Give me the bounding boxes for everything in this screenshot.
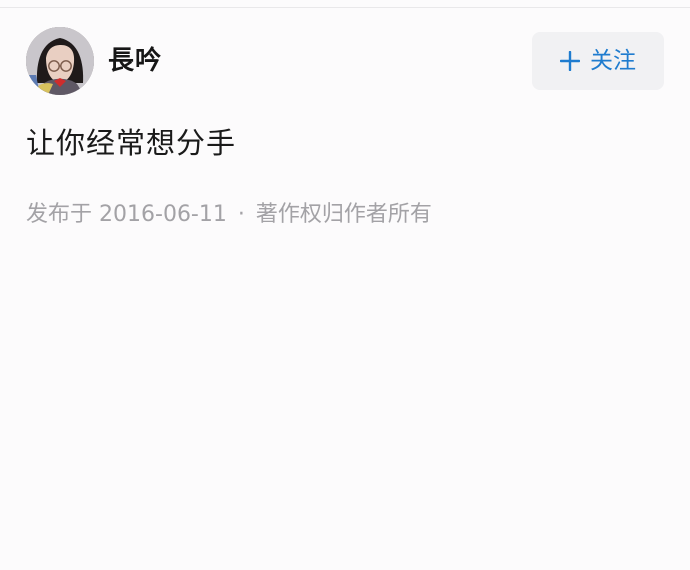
copyright-text: 著作权归作者所有 [255, 202, 432, 227]
author-name[interactable]: 長吟 [108, 45, 162, 77]
meta-separator: · [237, 202, 245, 227]
post-meta: 发布于 2016-06-11 · 著作权归作者所有 [26, 201, 432, 229]
post-header: 長吟 关注 [26, 27, 664, 95]
follow-label: 关注 [590, 48, 636, 74]
post-body-text: 让你经常想分手 [26, 126, 237, 160]
published-prefix: 发布于 [26, 202, 93, 227]
follow-button[interactable]: 关注 [532, 32, 664, 90]
published-date: 2016-06-11 [99, 202, 227, 227]
avatar[interactable] [26, 27, 94, 95]
top-divider [0, 0, 690, 8]
plus-icon [560, 51, 580, 71]
avatar-image [26, 27, 94, 95]
